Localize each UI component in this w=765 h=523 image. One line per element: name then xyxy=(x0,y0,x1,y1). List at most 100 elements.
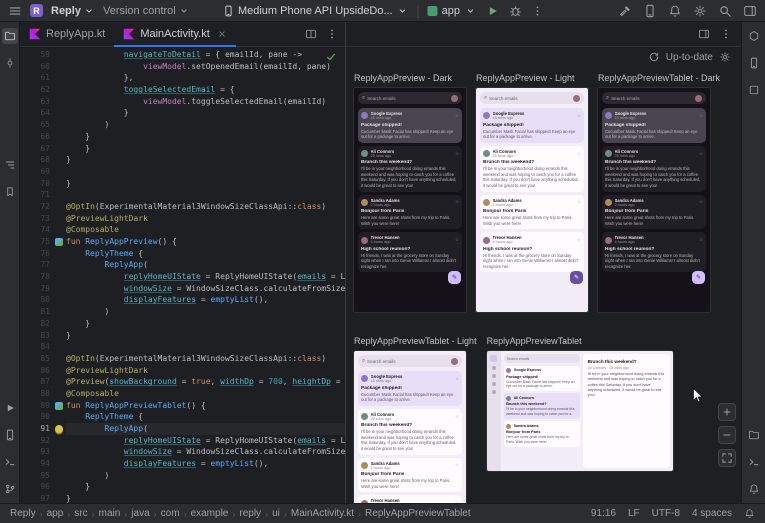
gutter-line[interactable]: 97 xyxy=(20,493,66,503)
code-line[interactable]: @Composable xyxy=(66,388,345,400)
code-line[interactable]: } xyxy=(66,178,345,190)
indent-widget[interactable]: 4 spaces xyxy=(692,508,732,519)
code-line[interactable]: displayFeatures = emptyList(), xyxy=(66,458,345,470)
gutter-line[interactable]: 78 xyxy=(20,271,66,283)
code-line[interactable] xyxy=(66,341,345,353)
email-list-item[interactable]: Google Express15 mins ago☆Package shippe… xyxy=(358,371,462,406)
compose-fab[interactable]: ✎ xyxy=(448,271,461,284)
breadcrumb-item[interactable]: app xyxy=(47,508,64,519)
email-list-item[interactable]: Sandra Adams2 hours ago☆Bonjour from Par… xyxy=(358,195,462,230)
code-line[interactable]: }, xyxy=(66,72,345,84)
gutter-line[interactable]: 86 xyxy=(20,365,66,377)
preview-title[interactable]: ReplyAppPreview - Dark xyxy=(354,73,466,83)
zoom-out-button[interactable] xyxy=(718,426,736,444)
code-line[interactable]: @Composable xyxy=(66,224,345,236)
line-separator-widget[interactable]: LF xyxy=(628,508,640,519)
breadcrumb-item[interactable]: Reply xyxy=(10,508,36,519)
breadcrumb-item[interactable]: java xyxy=(131,508,149,519)
tab-mainactivity[interactable]: MainActivity.kt xyxy=(114,22,235,46)
preview-settings-button[interactable] xyxy=(719,51,731,63)
gutter-line[interactable]: 59 xyxy=(20,49,66,61)
device-manager-button[interactable] xyxy=(643,4,657,18)
commit-tool-button[interactable] xyxy=(2,55,18,71)
gutter-line[interactable]: 81 xyxy=(20,306,66,318)
breadcrumb-item[interactable]: main xyxy=(99,508,121,519)
code-line[interactable]: } xyxy=(66,493,345,503)
compose-fab[interactable]: ✎ xyxy=(692,271,705,284)
code-line[interactable] xyxy=(66,189,345,201)
zoom-to-fit-button[interactable] xyxy=(718,449,736,467)
gutter-line[interactable]: 63 xyxy=(20,96,66,108)
code-line[interactable]: fun ReplyAppPreviewTablet() { xyxy=(66,400,345,412)
gutter-line[interactable]: 71 xyxy=(20,189,66,201)
code-line[interactable]: } xyxy=(66,318,345,330)
gutter-line[interactable]: 95 xyxy=(20,470,66,482)
code-line[interactable]: @OptIn(ExperimentalMaterial3WindowSizeCl… xyxy=(66,353,345,365)
code-line[interactable]: ReplyTheme { xyxy=(66,411,345,423)
gutter-line[interactable]: 62 xyxy=(20,84,66,96)
inspections-widget[interactable] xyxy=(325,51,337,63)
running-devices-tool-button[interactable] xyxy=(2,427,18,443)
email-list-item[interactable]: Google Express15 mins ago☆Package shippe… xyxy=(358,108,462,143)
hide-panel-button[interactable] xyxy=(698,28,710,40)
email-list-item[interactable]: Google Express15 mins ago☆Package shippe… xyxy=(480,108,584,143)
main-menu-button[interactable] xyxy=(8,4,22,18)
breadcrumb-item[interactable]: MainActivity.kt xyxy=(291,508,354,519)
code-line[interactable]: windowSize = WindowSizeClass.calculateFr… xyxy=(66,283,345,295)
gutter-line[interactable]: 67 xyxy=(20,143,66,155)
gutter-line[interactable]: 68 xyxy=(20,154,66,166)
code-line[interactable]: } xyxy=(66,481,345,493)
preview-title[interactable]: ReplyAppPreviewTablet - Dark xyxy=(598,73,720,83)
code-line[interactable]: viewModel.toggleSelectedEmail(emailId) xyxy=(66,96,345,108)
email-list-item[interactable]: Sandra Adams2 hours ago☆Bonjour from Par… xyxy=(358,458,462,493)
code-line[interactable]: replyHomeUIState = ReplyHomeUIState(emai… xyxy=(66,271,345,283)
code-line[interactable]: fun ReplyAppPreview() { xyxy=(66,236,345,248)
code-line[interactable] xyxy=(66,166,345,178)
editor-gutter[interactable]: 5960616263646566676869707172737475767778… xyxy=(20,47,66,503)
gutter-line[interactable]: 93 xyxy=(20,446,66,458)
code-line[interactable]: } xyxy=(66,330,345,342)
email-list-item[interactable]: Trevor Hansen4 hours ago☆High school reu… xyxy=(358,495,462,503)
code-line[interactable]: @PreviewLightDark xyxy=(66,213,345,225)
search-everywhere-button[interactable] xyxy=(718,4,732,18)
gutter-line[interactable]: 76 xyxy=(20,248,66,260)
breadcrumb-item[interactable]: reply xyxy=(239,508,261,519)
gutter-line[interactable]: 77 xyxy=(20,259,66,271)
gutter-line[interactable]: 84 xyxy=(20,341,66,353)
tab-replyapp[interactable]: ReplyApp.kt xyxy=(20,22,114,46)
email-list-item[interactable]: Sandra Adams2 hours ago☆Bonjour from Par… xyxy=(480,195,584,230)
email-list-item[interactable]: Ali Connors25 mins ago☆Brunch this weeke… xyxy=(602,146,706,192)
compose-preview-gutter-icon[interactable] xyxy=(55,238,63,246)
code-line[interactable]: ) xyxy=(66,470,345,482)
caret-position-widget[interactable]: 91:16 xyxy=(591,508,616,519)
email-list-item[interactable]: Trevor Hansen4 hours ago☆High school reu… xyxy=(358,232,462,272)
code-line[interactable]: } xyxy=(66,107,345,119)
zoom-in-button[interactable] xyxy=(718,403,736,421)
code-line[interactable]: ReplyApp( xyxy=(66,423,345,435)
gutter-line[interactable]: 70 xyxy=(20,178,66,190)
close-tab-icon[interactable] xyxy=(217,29,227,39)
gutter-line[interactable]: 89 xyxy=(20,400,66,412)
preview-title[interactable]: ReplyAppPreviewTablet xyxy=(487,336,673,346)
code-line[interactable]: } xyxy=(66,143,345,155)
breadcrumb-item[interactable]: com xyxy=(161,508,180,519)
code-line[interactable]: @OptIn(ExperimentalMaterial3WindowSizeCl… xyxy=(66,201,345,213)
gutter-line[interactable]: 87 xyxy=(20,376,66,388)
notifications-button[interactable] xyxy=(668,4,682,18)
project-selector[interactable]: Reply xyxy=(51,5,95,17)
email-list-item[interactable]: Google ExpressPackage shipped!Cucumber M… xyxy=(504,366,580,391)
code-line[interactable]: @PreviewLightDark xyxy=(66,365,345,377)
preview-card[interactable]: ⌕Search emailsGoogle Express15 mins ago☆… xyxy=(354,88,466,312)
structure-tool-button[interactable] xyxy=(2,157,18,173)
terminal-tool-button[interactable] xyxy=(2,454,18,470)
project-tool-button[interactable] xyxy=(2,28,18,44)
email-list-item[interactable]: Ali ConnorsBrunch this weekend?I'll be i… xyxy=(504,393,580,418)
run-button[interactable] xyxy=(485,4,499,18)
gutter-line[interactable]: 85 xyxy=(20,353,66,365)
gutter-line[interactable]: 60 xyxy=(20,61,66,73)
encoding-widget[interactable]: UTF-8 xyxy=(652,508,680,519)
device-explorer-tool-button[interactable] xyxy=(746,427,762,443)
gutter-line[interactable]: 75 xyxy=(20,236,66,248)
gutter-line[interactable]: 65 xyxy=(20,119,66,131)
preview-card[interactable]: ⌕Search emailsGoogle Express15 mins ago☆… xyxy=(476,88,588,312)
